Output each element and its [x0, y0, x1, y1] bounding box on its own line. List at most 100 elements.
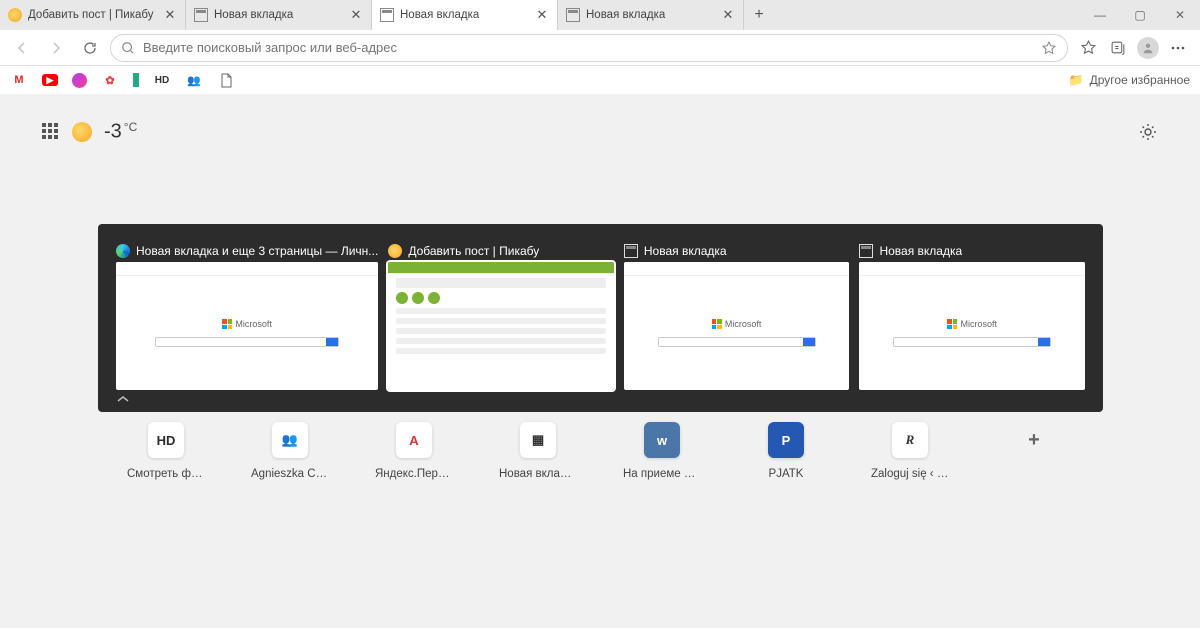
close-icon[interactable]: ✕	[349, 8, 363, 22]
quicklink-label: Яндекс.Пере...	[375, 468, 453, 480]
bookmark-app1[interactable]: ✿	[101, 71, 119, 89]
forward-button[interactable]	[42, 34, 70, 62]
bookmark-teams[interactable]: 👥	[185, 71, 203, 89]
arrow-left-icon	[14, 40, 30, 56]
toolbar-right-icons	[1074, 34, 1192, 62]
switcher-collapse-button[interactable]	[116, 390, 1085, 404]
switcher-item-label: Новая вкладка	[879, 244, 962, 258]
apps-launcher-button[interactable]	[42, 123, 60, 141]
collections-icon	[1110, 39, 1127, 56]
tab-label: Новая вкладка	[586, 9, 715, 21]
bookmarks-bar: M ▶ ✿ HD 👥 📁 Другое избранное	[0, 66, 1200, 94]
quicklink-icon: HD	[148, 422, 184, 458]
bookmark-app2[interactable]	[133, 73, 139, 87]
document-icon	[220, 73, 233, 88]
quick-link-yandex[interactable]: А Яндекс.Пере...	[375, 422, 453, 480]
quick-link-vk[interactable]: w На приеме у ...	[623, 422, 701, 480]
new-tab-page: -3°C Новая вкладка и еще 3 страницы — Ли…	[0, 94, 1200, 628]
quicklink-label: Новая вкладка	[499, 468, 577, 480]
collections-button[interactable]	[1104, 34, 1132, 62]
quicklink-icon: 👥	[272, 422, 308, 458]
newtab-icon	[380, 8, 394, 22]
quicklink-icon: А	[396, 422, 432, 458]
tab-pikabu[interactable]: Добавить пост | Пикабу ✕	[0, 0, 186, 30]
other-bookmarks-label: Другое избранное	[1090, 73, 1190, 87]
titlebar: Добавить пост | Пикабу ✕ Новая вкладка ✕…	[0, 0, 1200, 30]
switcher-item-pikabu[interactable]: Добавить пост | Пикабу	[388, 244, 614, 390]
newtab-icon	[566, 8, 580, 22]
favorites-button[interactable]	[1074, 34, 1102, 62]
tab-label: Новая вкладка	[400, 9, 529, 21]
switcher-item-label: Новая вкладка и еще 3 страницы — Личн...	[136, 244, 378, 258]
refresh-icon	[82, 40, 98, 56]
quick-link-pjatk[interactable]: P PJATK	[747, 422, 825, 480]
close-window-button[interactable]: ✕	[1160, 0, 1200, 30]
page-settings-button[interactable]	[1138, 122, 1158, 142]
tab-label: Новая вкладка	[214, 9, 343, 21]
quick-link-zaloguj[interactable]: R Zaloguj się ‹ R...	[871, 422, 949, 480]
switcher-item-label: Новая вкладка	[644, 244, 727, 258]
search-icon	[121, 41, 135, 55]
refresh-button[interactable]	[76, 34, 104, 62]
arrow-right-icon	[48, 40, 64, 56]
quick-link-teams[interactable]: 👥 Agnieszka Cer...	[251, 422, 329, 480]
weather-widget[interactable]: -3°C	[104, 120, 137, 143]
tab-newtab-2[interactable]: Новая вкладка ✕	[372, 0, 558, 30]
pikabu-icon	[8, 8, 22, 22]
plus-icon: +	[1016, 422, 1052, 458]
tab-newtab-1[interactable]: Новая вкладка ✕	[186, 0, 372, 30]
ntp-topbar: -3°C	[42, 120, 1158, 143]
bookmark-hd[interactable]: HD	[153, 71, 171, 89]
quicklink-label: На приеме у ...	[623, 468, 701, 480]
switcher-item-edge[interactable]: Новая вкладка и еще 3 страницы — Личн...…	[116, 244, 378, 390]
pikabu-icon	[388, 244, 402, 258]
quicklink-icon: P	[768, 422, 804, 458]
switcher-thumbnail: Microsoft	[859, 262, 1085, 390]
switcher-item-newtab-2[interactable]: Новая вкладка Microsoft	[859, 244, 1085, 390]
menu-button[interactable]	[1164, 34, 1192, 62]
bookmark-youtube[interactable]: ▶	[42, 74, 58, 86]
bookmark-gmail[interactable]: M	[10, 71, 28, 89]
new-tab-button[interactable]: +	[744, 0, 774, 30]
switcher-row: Новая вкладка и еще 3 страницы — Личн...…	[116, 244, 1085, 390]
quick-links: HD Смотреть фи... 👥 Agnieszka Cer... А Я…	[0, 422, 1200, 480]
quick-link-hd[interactable]: HD Смотреть фи...	[127, 422, 205, 480]
tab-label: Добавить пост | Пикабу	[28, 9, 157, 21]
address-input[interactable]	[143, 40, 1033, 55]
maximize-button[interactable]: ▢	[1120, 0, 1160, 30]
switcher-thumbnail	[388, 262, 614, 390]
tab-strip: Добавить пост | Пикабу ✕ Новая вкладка ✕…	[0, 0, 1080, 30]
switcher-item-newtab-1[interactable]: Новая вкладка Microsoft	[624, 244, 850, 390]
close-icon[interactable]: ✕	[163, 8, 177, 22]
bookmark-doc[interactable]	[217, 71, 235, 89]
minimize-button[interactable]: —	[1080, 0, 1120, 30]
switcher-item-label: Добавить пост | Пикабу	[408, 244, 539, 258]
address-bar[interactable]	[110, 34, 1068, 62]
quicklink-icon: w	[644, 422, 680, 458]
chevron-up-icon	[116, 394, 130, 404]
quick-link-newtab[interactable]: ▦ Новая вкладка	[499, 422, 577, 480]
tab-newtab-3[interactable]: Новая вкладка ✕	[558, 0, 744, 30]
temperature-value: -3	[104, 120, 122, 142]
quicklink-label: PJATK	[769, 468, 804, 480]
browser-toolbar	[0, 30, 1200, 66]
favorite-star-icon[interactable]	[1041, 40, 1057, 56]
temperature-unit: °C	[124, 120, 137, 134]
quicklink-label: Zaloguj się ‹ R...	[871, 468, 949, 480]
switcher-thumbnail: Microsoft	[624, 262, 850, 390]
bookmark-messenger[interactable]	[72, 73, 87, 88]
add-quick-link-button[interactable]: +	[995, 422, 1073, 480]
close-icon[interactable]: ✕	[721, 8, 735, 22]
other-bookmarks[interactable]: 📁 Другое избранное	[1069, 73, 1190, 87]
newtab-icon	[194, 8, 208, 22]
close-icon[interactable]: ✕	[535, 8, 549, 22]
quicklink-label: Смотреть фи...	[127, 468, 205, 480]
quicklink-icon: ▦	[520, 422, 556, 458]
back-button[interactable]	[8, 34, 36, 62]
favorites-icon	[1080, 39, 1097, 56]
ntp-topbar-left: -3°C	[42, 120, 137, 143]
avatar-icon	[1137, 37, 1159, 59]
profile-button[interactable]	[1134, 34, 1162, 62]
window-controls: — ▢ ✕	[1080, 0, 1200, 30]
weather-sun-icon	[72, 122, 92, 142]
